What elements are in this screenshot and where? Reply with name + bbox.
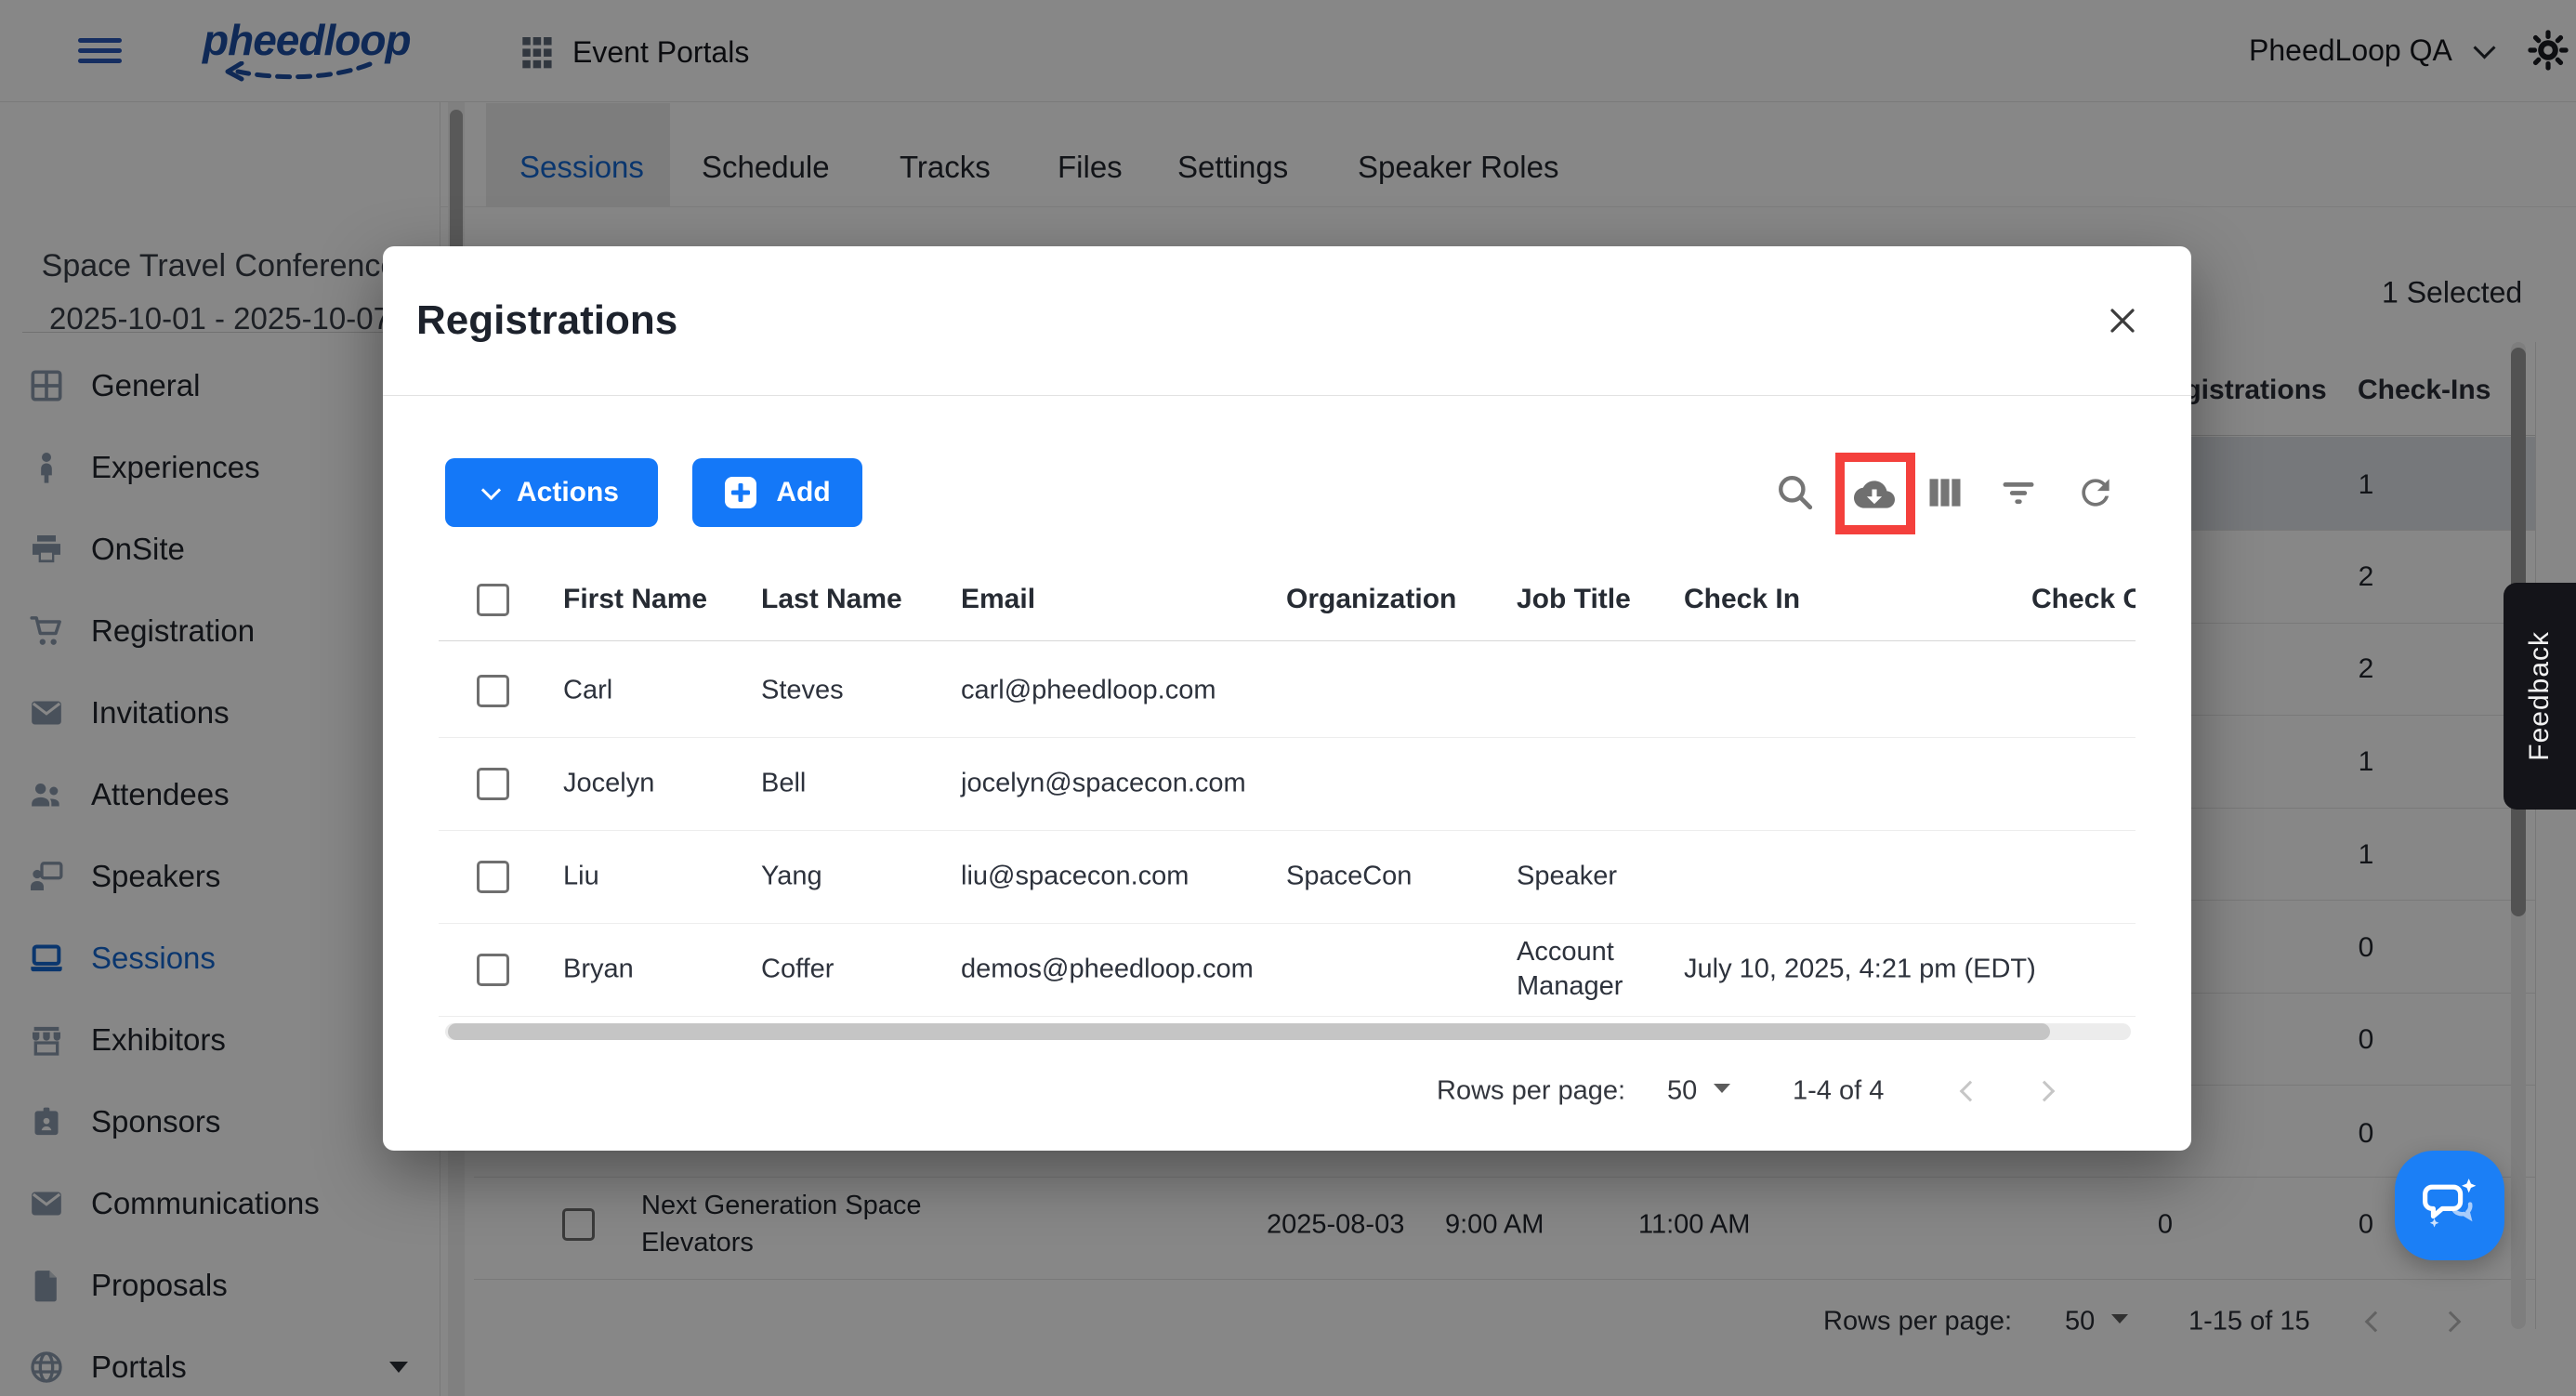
plus-icon [724,476,757,509]
feedback-label: Feedback [2524,631,2556,761]
column-header-first-name[interactable]: First Name [563,584,707,615]
registrations-modal: Registrations Actions Add [383,246,2191,1151]
rows-per-page-label: Rows per page: [1437,1076,1625,1107]
horizontal-scrollbar-thumb[interactable] [448,1023,2050,1040]
refresh-icon [2075,472,2116,513]
cell-email: demos@pheedloop.com [961,955,1254,985]
columns-button[interactable] [1925,472,1965,513]
modal-title: Registrations [416,297,677,344]
cell-last-name: Yang [761,862,822,892]
row-checkbox[interactable] [477,861,509,893]
column-header-organization[interactable]: Organization [1286,584,1456,615]
cell-email: liu@spacecon.com [961,862,1189,892]
cell-organization: SpaceCon [1286,862,1412,892]
cell-first-name: Liu [563,862,599,892]
chat-icon [2418,1174,2481,1237]
actions-button[interactable]: Actions [445,458,658,527]
divider [439,737,2136,738]
cell-first-name: Jocelyn [563,769,654,799]
column-header-job-title[interactable]: Job Title [1517,584,1631,615]
row-checkbox[interactable] [477,768,509,800]
cloud-download-icon [1854,471,1895,518]
actions-button-label: Actions [517,477,619,508]
divider [439,830,2136,831]
export-button[interactable] [1854,474,1895,515]
row-checkbox[interactable] [477,954,509,986]
feedback-tab[interactable]: Feedback [2504,583,2576,810]
cell-last-name: Steves [761,676,844,706]
cell-first-name: Bryan [563,955,634,985]
row-checkbox[interactable] [477,675,509,707]
column-header-email[interactable]: Email [961,584,1035,615]
add-button[interactable]: Add [692,458,862,527]
divider [439,1016,2136,1017]
search-button[interactable] [1775,472,1816,513]
next-page-icon[interactable] [2034,1081,2056,1102]
divider [383,395,2191,396]
pheedloop-app: pheedloop Event Portals PheedLoop QA [0,0,2576,1396]
rows-per-page-value[interactable]: 50 [1667,1076,1697,1107]
cell-email: carl@pheedloop.com [961,676,1216,706]
cell-email: jocelyn@spacecon.com [961,769,1246,799]
column-header-check-out[interactable]: Check Out [2031,584,2136,615]
chat-button[interactable] [2395,1151,2504,1260]
add-button-label: Add [776,477,830,508]
cell-last-name: Coffer [761,955,834,985]
cell-first-name: Carl [563,676,612,706]
horizontal-scrollbar[interactable] [445,1023,2131,1040]
divider [439,640,2136,641]
filter-icon [1998,472,2039,513]
filter-button[interactable] [1998,472,2039,513]
select-all-checkbox[interactable] [477,584,509,616]
cell-job-title: Account Manager [1517,935,1675,1004]
column-header-check-in[interactable]: Check In [1684,584,1800,615]
page-range: 1-4 of 4 [1793,1076,1884,1107]
cell-job-title: Speaker [1517,862,1617,892]
registrations-table: First Name Last Name Email Organization … [439,553,2136,1029]
cell-last-name: Bell [761,769,806,799]
previous-page-icon[interactable] [1960,1081,1981,1102]
refresh-button[interactable] [2075,472,2116,513]
cell-check-in: July 10, 2025, 4:21 pm (EDT) [1684,955,2036,985]
close-button[interactable] [2102,300,2143,341]
close-icon [2106,304,2139,337]
caret-down-icon[interactable] [1714,1084,1730,1093]
column-header-last-name[interactable]: Last Name [761,584,902,615]
divider [439,923,2136,924]
search-icon [1775,472,1816,513]
columns-icon [1925,472,1965,513]
chevron-down-icon [481,480,501,499]
